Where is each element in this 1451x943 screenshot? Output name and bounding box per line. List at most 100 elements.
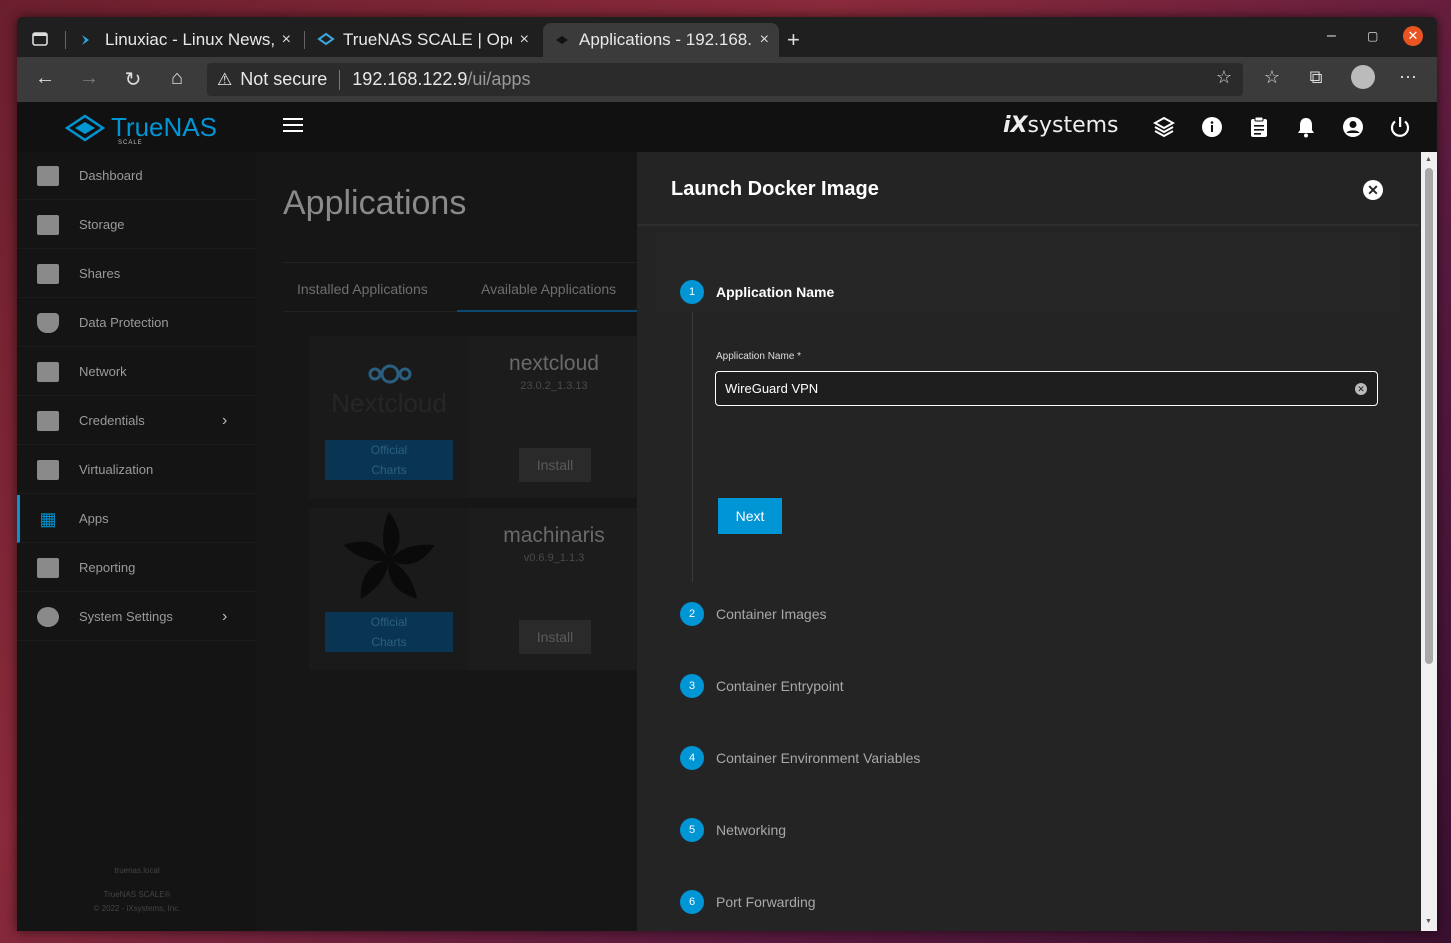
tab-actions-icon[interactable] [25, 25, 55, 53]
truenas-logo[interactable]: TrueNAS SCALE [65, 112, 217, 146]
next-button[interactable]: Next [718, 498, 782, 534]
info-icon[interactable] [1200, 115, 1224, 139]
sidebar-item-label: Credentials [79, 413, 145, 428]
shield-icon [37, 312, 59, 333]
sidebar-item-label: Network [79, 364, 127, 379]
app-card-machinaris: Official Charts machinaris v0.6.9_1.1.3 I… [309, 508, 637, 670]
tab-title: TrueNAS SCALE | Ope [343, 30, 512, 49]
step-label: Container Entrypoint [716, 678, 844, 694]
application-name-value: WireGuard VPN [725, 381, 819, 396]
add-favorite-icon[interactable]: ☆ [1212, 67, 1236, 88]
window-close-icon[interactable]: ✕ [1403, 26, 1423, 46]
hostname: truenas.local [114, 866, 160, 875]
clear-input-icon[interactable]: ✕ [1355, 383, 1367, 395]
reload-icon[interactable]: ↻ [121, 67, 145, 92]
truecommand-icon[interactable] [1152, 115, 1176, 139]
key-icon [37, 410, 59, 431]
tab-linuxiac[interactable]: Linuxiac - Linux News, T × [69, 23, 301, 57]
step-label: Container Images [716, 606, 827, 622]
back-icon[interactable]: ← [33, 67, 57, 90]
app-name: machinaris [503, 524, 605, 547]
step-container-images[interactable]: 2 Container Images [680, 602, 827, 626]
sidebar-item-apps[interactable]: ▦ Apps [17, 495, 257, 543]
install-button[interactable]: Install [519, 448, 591, 482]
sidebar-item-label: Dashboard [79, 168, 143, 183]
sidebar-item-shares[interactable]: Shares [17, 250, 257, 298]
scroll-up-icon[interactable]: ▲ [1425, 156, 1432, 163]
new-tab-button[interactable]: + [787, 27, 800, 53]
folder-icon [37, 263, 59, 284]
tab-truenas[interactable]: TrueNAS SCALE | Ope × [307, 23, 539, 57]
forward-icon[interactable]: → [77, 67, 101, 90]
collections-icon[interactable]: ⧉ [1304, 67, 1328, 88]
tab-applications[interactable]: Applications - 192.168. × [543, 23, 779, 57]
laptop-icon [37, 459, 59, 480]
tab-title: Applications - 192.168. [579, 30, 752, 49]
sidebar-item-credentials[interactable]: Credentials › [17, 397, 257, 445]
account-icon[interactable] [1341, 115, 1365, 139]
app-version: 23.0.2_1.3.13 [520, 380, 588, 392]
panel-header: Launch Docker Image ✕ [637, 152, 1419, 226]
sidebar-item-network[interactable]: Network [17, 348, 257, 396]
sidebar-item-system-settings[interactable]: System Settings › [17, 593, 257, 641]
notifications-icon[interactable] [1294, 115, 1318, 139]
active-tab-indicator [457, 310, 637, 312]
warning-icon[interactable]: ⚠ [217, 70, 232, 90]
tab-close-icon[interactable]: × [760, 31, 769, 49]
favorites-icon[interactable]: ☆ [1260, 67, 1284, 88]
step-label: Application Name [716, 284, 835, 300]
menu-toggle-icon[interactable] [283, 118, 303, 134]
tab-installed-applications[interactable]: Installed Applications [297, 281, 428, 297]
tab-close-icon[interactable]: × [520, 31, 529, 49]
sidebar-item-reporting[interactable]: Reporting [17, 544, 257, 592]
truenas-logo-icon [65, 113, 105, 142]
app-card-nextcloud: Nextcloud Official Charts nextcloud 23.0.… [309, 336, 637, 498]
sidebar-item-dashboard[interactable]: Dashboard [17, 152, 257, 200]
logo-wordmark: Nextcloud [331, 388, 447, 418]
truenas-favicon-icon [556, 36, 568, 44]
security-label[interactable]: Not secure [240, 69, 327, 90]
scroll-down-icon[interactable]: ▼ [1425, 918, 1432, 925]
power-icon[interactable] [1388, 115, 1412, 139]
more-icon[interactable]: ⋯ [1396, 67, 1420, 88]
url-input[interactable]: ⚠ Not secure 192.168.122.9/ui/apps [207, 63, 1243, 96]
application-name-label: Application Name * [716, 351, 802, 362]
minimize-icon[interactable]: – [1327, 27, 1336, 45]
sidebar-item-storage[interactable]: Storage [17, 201, 257, 249]
product-name: TrueNAS SCALE® [103, 890, 171, 899]
url-path: /ui/apps [467, 69, 531, 89]
tab-available-applications[interactable]: Available Applications [481, 281, 616, 297]
profile-avatar[interactable] [1351, 65, 1375, 89]
install-button[interactable]: Install [519, 620, 591, 654]
badge-line: Official [370, 443, 408, 457]
sidebar-item-virtualization[interactable]: Virtualization [17, 446, 257, 494]
applications-page: Applications Installed Applications Avai… [257, 152, 637, 931]
chart-icon [37, 557, 59, 578]
linuxiac-favicon-icon [82, 35, 89, 45]
maximize-icon[interactable]: ▢ [1367, 29, 1378, 43]
apps-grid-icon: ▦ [39, 508, 57, 529]
sidebar-item-data-protection[interactable]: Data Protection [17, 299, 257, 347]
tab-close-icon[interactable]: × [282, 31, 291, 49]
panel-title: Launch Docker Image [671, 178, 879, 200]
url-separator [339, 69, 341, 90]
chevron-right-icon: › [222, 607, 228, 625]
panel-scrollbar[interactable]: ▲ ▼ [1421, 152, 1437, 931]
badge-line: Charts [371, 463, 407, 477]
tasks-icon[interactable] [1247, 115, 1271, 139]
close-icon[interactable]: ✕ [1363, 180, 1383, 200]
step-port-forwarding[interactable]: 6 Port Forwarding [680, 890, 816, 914]
brand-sub: SCALE [118, 140, 143, 146]
step-number: 1 [680, 280, 704, 304]
step-container-env-vars[interactable]: 4 Container Environment Variables [680, 746, 920, 770]
scrollbar-thumb[interactable] [1425, 168, 1433, 664]
sidebar-item-label: Reporting [79, 560, 136, 575]
step-number: 6 [680, 890, 704, 914]
step-application-name[interactable]: 1 Application Name [680, 280, 834, 304]
ixsystems-logo[interactable]: iXsystems [1003, 113, 1119, 138]
home-icon[interactable]: ⌂ [165, 67, 189, 90]
vendor-prefix: iX [1003, 113, 1028, 138]
step-networking[interactable]: 5 Networking [680, 818, 786, 842]
application-name-input[interactable]: WireGuard VPN ✕ [715, 371, 1378, 406]
step-container-entrypoint[interactable]: 3 Container Entrypoint [680, 674, 844, 698]
